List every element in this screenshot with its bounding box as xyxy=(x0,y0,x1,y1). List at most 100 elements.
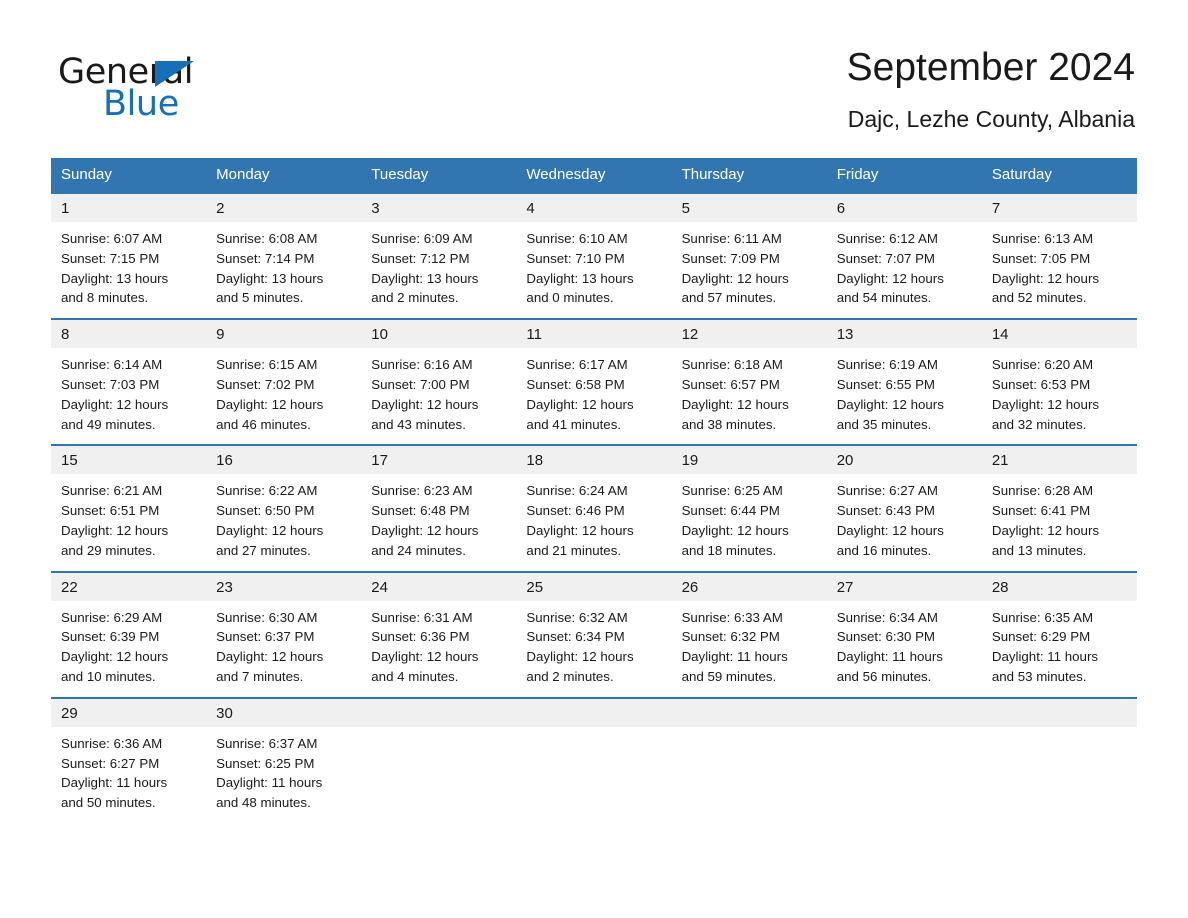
daylight-text-line2: and 50 minutes. xyxy=(61,795,156,811)
calendar-day-cell[interactable]: 24 Sunrise: 6:31 AM Sunset: 6:36 PM Dayligh… xyxy=(361,570,517,698)
logo-text-blue: Blue xyxy=(103,84,179,124)
daylight-text-line1: Daylight: 12 hours xyxy=(371,522,479,538)
daylight-text-line2: and 43 minutes. xyxy=(371,416,466,432)
sunrise-text: Sunrise: 6:07 AM xyxy=(61,231,163,246)
day-details: Sunrise: 6:31 AM Sunset: 6:36 PM Daylight:… xyxy=(361,601,516,697)
calendar-day-cell[interactable]: 9 Sunrise: 6:15 AM Sunset: 7:02 PM Daylight… xyxy=(206,318,362,446)
calendar-day-cell[interactable]: 10 Sunrise: 6:16 AM Sunset: 7:00 PM Dayligh… xyxy=(361,318,517,446)
day-number: 21 xyxy=(981,446,1137,475)
day-details: Sunrise: 6:36 AM Sunset: 6:27 PM Daylight:… xyxy=(51,727,206,823)
sunrise-text: Sunrise: 6:32 AM xyxy=(526,609,628,625)
daylight-text-line1: Daylight: 11 hours xyxy=(681,649,788,665)
sunset-text: Sunset: 6:44 PM xyxy=(681,503,780,519)
daylight-text-line2: and 54 minutes. xyxy=(836,290,932,306)
sunset-text: Sunset: 6:57 PM xyxy=(681,376,780,392)
sunrise-text: Sunrise: 6:27 AM xyxy=(836,483,938,499)
calendar-day-cell[interactable]: 15 Sunrise: 6:21 AM Sunset: 6:51 PM Dayligh… xyxy=(51,444,207,572)
daylight-text-line1: Daylight: 11 hours xyxy=(991,649,1099,665)
day-number: 11 xyxy=(516,320,672,349)
sunrise-text: Sunrise: 6:15 AM xyxy=(216,357,318,373)
calendar-week-row: 22 Sunrise: 6:29 AM Sunset: 6:39 PM Dayligh… xyxy=(51,570,1137,698)
sunrise-text: Sunrise: 6:33 AM xyxy=(681,609,783,625)
daylight-text-line2: and 46 minutes. xyxy=(216,416,311,432)
calendar-day-cell[interactable]: 25 Sunrise: 6:32 AM Sunset: 6:34 PM Dayligh… xyxy=(516,570,672,698)
sunrise-text: Sunrise: 6:13 AM xyxy=(991,231,1094,246)
sunrise-text: Sunrise: 6:22 AM xyxy=(216,483,318,499)
calendar-day-cell[interactable]: 3 Sunrise: 6:09 AM Sunset: 7:12 PM Daylight… xyxy=(361,191,517,320)
generalblue-logo[interactable]: General Blue xyxy=(58,52,258,124)
day-number: 29 xyxy=(51,698,207,727)
calendar-day-cell[interactable]: 21 Sunrise: 6:28 AM Sunset: 6:41 PM Dayligh… xyxy=(981,444,1137,572)
calendar-day-cell[interactable]: 23 Sunrise: 6:30 AM Sunset: 6:37 PM Dayligh… xyxy=(206,570,362,698)
daylight-text-line2: and 8 minutes. xyxy=(61,290,149,306)
daylight-text-line2: and 29 minutes. xyxy=(61,542,156,558)
sunrise-text: Sunrise: 6:18 AM xyxy=(681,357,783,373)
sunset-text: Sunset: 7:14 PM xyxy=(216,250,315,266)
daylight-text-line2: and 18 minutes. xyxy=(681,542,777,558)
calendar-day-cell[interactable]: 22 Sunrise: 6:29 AM Sunset: 6:39 PM Dayligh… xyxy=(51,570,207,698)
day-number: 2 xyxy=(206,194,362,222)
day-number: 5 xyxy=(671,194,827,222)
daylight-text-line1: Daylight: 12 hours xyxy=(681,396,789,412)
sunset-text: Sunset: 7:05 PM xyxy=(991,250,1091,266)
day-number: 22 xyxy=(51,572,207,601)
day-number xyxy=(981,698,1137,727)
calendar-day-cell[interactable]: 19 Sunrise: 6:25 AM Sunset: 6:44 PM Dayligh… xyxy=(671,444,827,572)
sunrise-text: Sunrise: 6:35 AM xyxy=(991,609,1094,625)
day-number: 14 xyxy=(981,320,1137,349)
calendar-day-cell[interactable]: 20 Sunrise: 6:27 AM Sunset: 6:43 PM Dayligh… xyxy=(826,444,982,572)
sunrise-text: Sunrise: 6:20 AM xyxy=(991,357,1094,373)
calendar-day-cell-empty xyxy=(826,696,982,823)
daylight-text-line2: and 38 minutes. xyxy=(681,416,777,432)
day-details: Sunrise: 6:15 AM Sunset: 7:02 PM Daylight:… xyxy=(206,348,361,444)
sunset-text: Sunset: 6:48 PM xyxy=(371,503,470,519)
day-details: Sunrise: 6:09 AM Sunset: 7:12 PM Daylight:… xyxy=(361,222,516,318)
sunset-text: Sunset: 7:02 PM xyxy=(216,376,315,392)
calendar-day-cell[interactable]: 26 Sunrise: 6:33 AM Sunset: 6:32 PM Dayligh… xyxy=(671,570,827,698)
calendar-day-cell[interactable]: 4 Sunrise: 6:10 AM Sunset: 7:10 PM Daylight… xyxy=(516,191,672,320)
calendar-day-cell[interactable]: 29 Sunrise: 6:36 AM Sunset: 6:27 PM Dayligh… xyxy=(51,696,207,823)
calendar-table: Sunday Monday Tuesday Wednesday Thursday… xyxy=(51,158,1137,823)
calendar-day-cell[interactable]: 27 Sunrise: 6:34 AM Sunset: 6:30 PM Dayligh… xyxy=(826,570,982,698)
calendar-day-cell[interactable]: 5 Sunrise: 6:11 AM Sunset: 7:09 PM Daylight… xyxy=(671,191,827,320)
calendar-day-cell[interactable]: 28 Sunrise: 6:35 AM Sunset: 6:29 PM Dayligh… xyxy=(981,570,1137,698)
daylight-text-line1: Daylight: 12 hours xyxy=(836,522,944,538)
day-details: Sunrise: 6:11 AM Sunset: 7:09 PM Daylight:… xyxy=(672,222,827,318)
daylight-text-line1: Daylight: 12 hours xyxy=(526,649,634,665)
calendar-day-cell[interactable]: 30 Sunrise: 6:37 AM Sunset: 6:25 PM Dayligh… xyxy=(206,696,362,823)
day-details: Sunrise: 6:08 AM Sunset: 7:14 PM Daylight:… xyxy=(206,222,361,318)
calendar-day-cell[interactable]: 11 Sunrise: 6:17 AM Sunset: 6:58 PM Dayligh… xyxy=(516,318,672,446)
calendar-day-cell[interactable]: 14 Sunrise: 6:20 AM Sunset: 6:53 PM Dayligh… xyxy=(981,318,1137,446)
sunrise-text: Sunrise: 6:24 AM xyxy=(526,483,628,499)
daylight-text-line2: and 24 minutes. xyxy=(371,542,466,558)
daylight-text-line1: Daylight: 12 hours xyxy=(681,522,789,538)
calendar-day-cell[interactable]: 7 Sunrise: 6:13 AM Sunset: 7:05 PM Daylight… xyxy=(981,191,1137,320)
calendar-day-cell[interactable]: 2 Sunrise: 6:08 AM Sunset: 7:14 PM Daylight… xyxy=(206,191,362,320)
calendar-day-cell[interactable]: 6 Sunrise: 6:12 AM Sunset: 7:07 PM Daylight… xyxy=(826,191,982,320)
weekday-header-friday: Friday xyxy=(826,158,982,193)
calendar-day-cell[interactable]: 12 Sunrise: 6:18 AM Sunset: 6:57 PM Dayligh… xyxy=(671,318,827,446)
calendar-day-cell[interactable]: 13 Sunrise: 6:19 AM Sunset: 6:55 PM Dayligh… xyxy=(826,318,982,446)
day-number: 30 xyxy=(206,698,362,727)
day-number: 26 xyxy=(671,572,827,601)
calendar-day-cell[interactable]: 16 Sunrise: 6:22 AM Sunset: 6:50 PM Dayligh… xyxy=(206,444,362,572)
calendar-week-row: 15 Sunrise: 6:21 AM Sunset: 6:51 PM Dayligh… xyxy=(51,444,1137,572)
calendar-week-row: 8 Sunrise: 6:14 AM Sunset: 7:03 PM Daylight… xyxy=(51,318,1137,446)
sunrise-text: Sunrise: 6:37 AM xyxy=(216,735,318,751)
day-details: Sunrise: 6:19 AM Sunset: 6:55 PM Daylight:… xyxy=(827,348,982,444)
sunset-text: Sunset: 7:07 PM xyxy=(836,250,936,266)
daylight-text-line1: Daylight: 12 hours xyxy=(526,522,634,538)
day-details: Sunrise: 6:30 AM Sunset: 6:37 PM Daylight:… xyxy=(206,601,361,697)
daylight-text-line2: and 21 minutes. xyxy=(526,542,622,558)
calendar-day-cell[interactable]: 1 Sunrise: 6:07 AM Sunset: 7:15 PM Daylight… xyxy=(51,191,207,320)
day-details: Sunrise: 6:24 AM Sunset: 6:46 PM Daylight:… xyxy=(516,474,671,570)
daylight-text-line2: and 27 minutes. xyxy=(216,542,311,558)
weekday-header-thursday: Thursday xyxy=(671,158,827,193)
sunset-text: Sunset: 6:37 PM xyxy=(216,629,315,645)
day-details: Sunrise: 6:16 AM Sunset: 7:00 PM Daylight:… xyxy=(361,348,516,444)
calendar-day-cell[interactable]: 18 Sunrise: 6:24 AM Sunset: 6:46 PM Dayligh… xyxy=(516,444,672,572)
day-details: Sunrise: 6:20 AM Sunset: 6:53 PM Daylight:… xyxy=(982,348,1137,444)
sunset-text: Sunset: 7:00 PM xyxy=(371,376,470,392)
calendar-day-cell[interactable]: 8 Sunrise: 6:14 AM Sunset: 7:03 PM Daylight… xyxy=(51,318,207,446)
calendar-day-cell[interactable]: 17 Sunrise: 6:23 AM Sunset: 6:48 PM Dayligh… xyxy=(361,444,517,572)
